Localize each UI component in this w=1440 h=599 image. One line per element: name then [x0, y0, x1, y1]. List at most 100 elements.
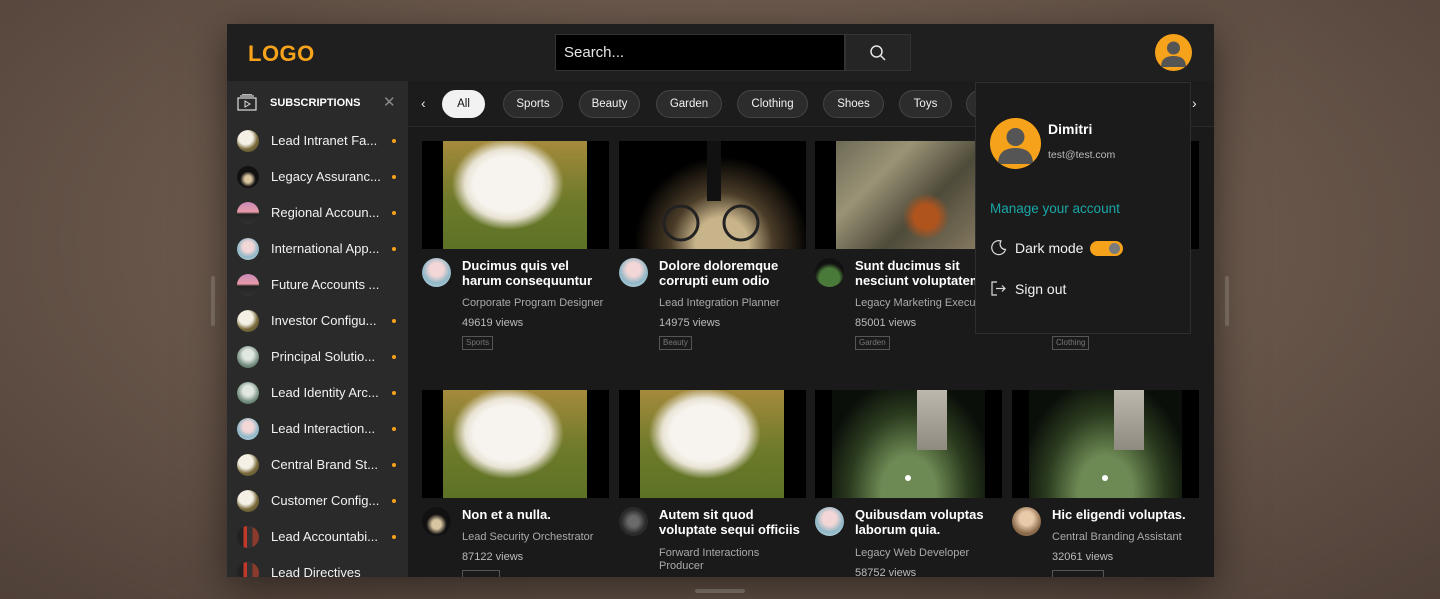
video-title[interactable]: Hic eligendi voluptas.: [1052, 507, 1199, 522]
video-card[interactable]: Dolore doloremque corrupti eum odio reru…: [619, 141, 806, 350]
video-card[interactable]: Non et a nulla. Lead Security Orchestrat…: [422, 390, 609, 577]
channel-avatar: [237, 454, 259, 476]
subscriptions-title: SUBSCRIPTIONS: [270, 97, 361, 109]
chip-sports[interactable]: Sports: [503, 90, 563, 118]
video-card[interactable]: Sunt ducimus sit nesciunt voluptatem Leg…: [815, 141, 1002, 350]
view-count: 58752 views: [855, 567, 917, 577]
subscription-item[interactable]: Lead Interaction...: [227, 412, 408, 448]
new-content-dot: [392, 139, 396, 143]
video-thumbnail[interactable]: [815, 141, 1002, 249]
video-title[interactable]: Autem sit quod voluptate sequi officiis …: [659, 507, 806, 537]
view-count: 32061 views: [1052, 551, 1114, 563]
subscription-item[interactable]: Regional Accoun...: [227, 196, 408, 232]
channel-avatar: [237, 202, 259, 224]
video-thumbnail[interactable]: [815, 390, 1002, 498]
chip-garden[interactable]: Garden: [656, 90, 722, 118]
channel-avatar[interactable]: [619, 258, 648, 287]
chip-toys[interactable]: Toys: [899, 90, 952, 118]
subscription-item[interactable]: Central Brand St...: [227, 448, 408, 484]
moon-icon: [991, 240, 1007, 256]
bicycle-image: [662, 141, 760, 242]
category-tag: Garden: [855, 336, 890, 350]
subscription-item[interactable]: Lead Directives: [227, 556, 408, 577]
video-card[interactable]: Ducimus quis vel harum consequuntur labo…: [422, 141, 609, 350]
home-indicator: [695, 589, 745, 593]
subscription-item[interactable]: Customer Config...: [227, 484, 408, 520]
chip-shoes[interactable]: Shoes: [823, 90, 884, 118]
dark-mode-toggle[interactable]: [1090, 241, 1123, 256]
video-title[interactable]: Quibusdam voluptas laborum quia.: [855, 507, 1002, 537]
subscription-item[interactable]: Lead Intranet Fa...: [227, 124, 408, 160]
dark-mode-label: Dark mode: [1015, 240, 1084, 256]
video-card[interactable]: Quibusdam voluptas laborum quia. Legacy …: [815, 390, 1002, 577]
channel-avatar[interactable]: [815, 507, 844, 536]
subscription-item[interactable]: Principal Solutio...: [227, 340, 408, 376]
sign-out-button[interactable]: Sign out: [1015, 281, 1066, 297]
subscription-label: Lead Accountabi...: [271, 529, 378, 544]
search-button[interactable]: [845, 34, 911, 71]
video-card[interactable]: Autem sit quod voluptate sequi officiis …: [619, 390, 806, 577]
channel-avatar[interactable]: [815, 258, 844, 287]
channel-name[interactable]: Central Branding Assistant: [1052, 531, 1199, 544]
subscription-item[interactable]: International App...: [227, 232, 408, 268]
subscription-item[interactable]: Future Accounts ...: [227, 268, 408, 304]
video-thumbnail[interactable]: [619, 390, 806, 498]
manage-account-link[interactable]: Manage your account: [990, 201, 1120, 216]
channel-avatar: [237, 238, 259, 260]
subscription-item[interactable]: Lead Accountabi...: [227, 520, 408, 556]
new-content-dot: [392, 247, 396, 251]
new-content-dot: [392, 499, 396, 503]
subscriptions-header: SUBSCRIPTIONS ✕: [227, 81, 408, 124]
new-content-dot: [392, 427, 396, 431]
category-tag: [1052, 570, 1104, 577]
view-count: 85001 views: [855, 317, 917, 329]
subscription-label: Lead Identity Arc...: [271, 385, 379, 400]
user-avatar-button[interactable]: [1155, 34, 1192, 71]
channel-name[interactable]: Legacy Web Developer: [855, 547, 1002, 560]
new-content-dot: [392, 211, 396, 215]
chevron-left-icon[interactable]: ‹: [421, 95, 426, 111]
close-icon[interactable]: ✕: [383, 93, 396, 111]
channel-avatar: [237, 166, 259, 188]
channel-avatar: [237, 490, 259, 512]
subscription-label: Investor Configu...: [271, 313, 377, 328]
channel-name[interactable]: Lead Integration Planner: [659, 297, 806, 310]
channel-name[interactable]: Lead Security Orchestrator: [462, 531, 609, 544]
category-tag: Beauty: [659, 336, 692, 350]
chip-clothing[interactable]: Clothing: [737, 90, 808, 118]
search-icon: [870, 44, 886, 61]
video-title[interactable]: Dolore doloremque corrupti eum odio reru…: [659, 258, 806, 288]
subscription-label: International App...: [271, 241, 380, 256]
channel-avatar[interactable]: [1012, 507, 1041, 536]
user-icon: [998, 128, 1033, 164]
user-name: Dimitri: [1048, 121, 1093, 137]
channel-avatar[interactable]: [619, 507, 648, 536]
video-title[interactable]: Ducimus quis vel harum consequuntur labo…: [462, 258, 609, 288]
channel-avatar: [237, 526, 259, 548]
chip-beauty[interactable]: Beauty: [579, 90, 640, 118]
user-email: test@test.com: [1048, 149, 1116, 161]
new-content-dot: [392, 319, 396, 323]
channel-name[interactable]: Corporate Program Designer: [462, 297, 609, 310]
channel-avatar: [237, 274, 259, 296]
channel-avatar: [237, 130, 259, 152]
subscription-label: Customer Config...: [271, 493, 380, 508]
channel-avatar[interactable]: [422, 507, 451, 536]
subscription-item[interactable]: Lead Identity Arc...: [227, 376, 408, 412]
logo[interactable]: LOGO: [248, 41, 315, 67]
video-title[interactable]: Non et a nulla.: [462, 507, 609, 522]
search-input[interactable]: Search...: [555, 34, 845, 71]
video-thumbnail[interactable]: [422, 390, 609, 498]
channel-avatar[interactable]: [422, 258, 451, 287]
video-thumbnail[interactable]: [1012, 390, 1199, 498]
subscription-item[interactable]: Legacy Assuranc...: [227, 160, 408, 196]
video-card[interactable]: Hic eligendi voluptas. Central Branding …: [1012, 390, 1199, 577]
video-thumbnail[interactable]: [619, 141, 806, 249]
video-thumbnail[interactable]: [422, 141, 609, 249]
new-content-dot: [392, 463, 396, 467]
subscription-item[interactable]: Investor Configu...: [227, 304, 408, 340]
new-content-dot: [392, 535, 396, 539]
chip-all[interactable]: All: [442, 90, 485, 118]
channel-name[interactable]: Forward Interactions Producer: [659, 547, 779, 573]
chevron-right-icon[interactable]: ›: [1192, 95, 1197, 111]
